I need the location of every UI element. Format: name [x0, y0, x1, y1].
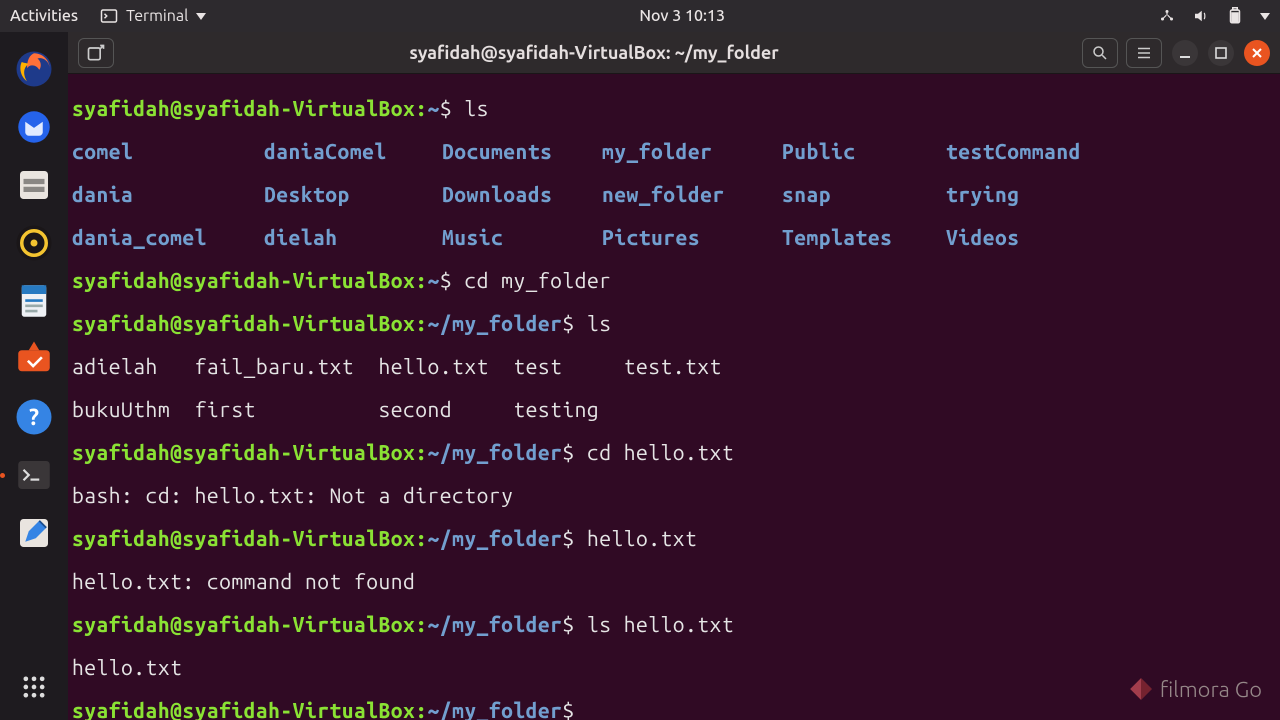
ls-item: dania_comel [72, 227, 264, 249]
ls-item: dania [72, 184, 264, 206]
prompt-path: ~/my_folder [428, 698, 563, 720]
ls-item: Desktop [264, 184, 442, 206]
ls-item: dielah [264, 227, 442, 249]
prompt-path: ~/my_folder [428, 311, 563, 335]
search-button[interactable] [1082, 38, 1118, 68]
cmd-text: ls [587, 311, 612, 335]
error-text: bash: cd: hello.txt: Not a directory [72, 483, 513, 507]
dock-terminal[interactable] [9, 450, 59, 500]
cmd-text: hello.txt [587, 526, 697, 550]
ls-item: Music [442, 227, 602, 249]
terminal-output[interactable]: syafidah@syafidah-VirtualBox:~$ ls comel… [68, 74, 1280, 720]
prompt-user: syafidah@syafidah-VirtualBox [72, 526, 415, 550]
app-menu-label: Terminal [126, 7, 188, 25]
cmd-text: ls [464, 96, 489, 120]
chevron-down-icon [196, 13, 206, 20]
dock-firefox[interactable] [9, 44, 59, 94]
ls-item: my_folder [602, 141, 782, 163]
prompt-user: syafidah@syafidah-VirtualBox [72, 311, 415, 335]
ls-item: Downloads [442, 184, 602, 206]
prompt-dollar: $ [562, 698, 574, 720]
ls-item: comel [72, 141, 264, 163]
cmd-text: ls hello.txt [587, 612, 734, 636]
prompt-user: syafidah@syafidah-VirtualBox [72, 440, 415, 464]
clock-label[interactable]: Nov 3 10:13 [206, 7, 1158, 25]
prompt-dollar: $ [562, 526, 574, 550]
ls-item: bukuUthm first second testing [72, 397, 599, 421]
ls-item: Documents [442, 141, 602, 163]
network-icon [1158, 7, 1176, 25]
output-text: hello.txt [72, 655, 182, 679]
gnome-top-bar: Activities Terminal Nov 3 10:13 [0, 0, 1280, 32]
cmd-text: cd my_folder [464, 268, 611, 292]
system-status-area[interactable] [1158, 7, 1270, 25]
ls-item: testCommand [946, 141, 1081, 163]
window-title: syafidah@syafidah-VirtualBox: ~/my_folde… [114, 43, 1074, 63]
ls-item: adielah fail_baru.txt hello.txt test tes… [72, 354, 722, 378]
ubuntu-dock: ? [0, 32, 68, 720]
close-button[interactable] [1244, 40, 1270, 66]
prompt-user: syafidah@syafidah-VirtualBox [72, 698, 415, 720]
prompt-dollar: $ [562, 440, 574, 464]
prompt-path: ~/my_folder [428, 526, 563, 550]
app-menu-button[interactable]: Terminal [100, 7, 206, 25]
prompt-path: ~ [428, 268, 440, 292]
ls-item: Videos [946, 227, 1020, 249]
error-text: hello.txt: command not found [72, 569, 415, 593]
terminal-icon [100, 7, 118, 25]
ls-item: snap [782, 184, 946, 206]
svg-text:?: ? [29, 405, 39, 430]
ls-item: Pictures [602, 227, 782, 249]
dock-rhythmbox[interactable] [9, 218, 59, 268]
activities-button[interactable]: Activities [10, 7, 78, 25]
prompt-user: syafidah@syafidah-VirtualBox [72, 268, 415, 292]
watermark-filmora: filmora Go [1128, 676, 1262, 702]
prompt-dollar: $ [562, 311, 574, 335]
maximize-button[interactable] [1208, 40, 1234, 66]
new-tab-button[interactable] [78, 38, 114, 68]
show-applications-button[interactable] [9, 662, 59, 712]
terminal-window: syafidah@syafidah-VirtualBox: ~/my_folde… [68, 32, 1280, 720]
prompt-user: syafidah@syafidah-VirtualBox [72, 96, 415, 120]
minimize-button[interactable] [1172, 40, 1198, 66]
cmd-text: cd hello.txt [587, 440, 734, 464]
prompt-dollar: $ [562, 612, 574, 636]
prompt-user: syafidah@syafidah-VirtualBox [72, 612, 415, 636]
prompt-path: ~/my_folder [428, 440, 563, 464]
watermark-text: filmora Go [1160, 677, 1262, 702]
ls-item: Templates [782, 227, 946, 249]
chevron-down-icon [1260, 13, 1270, 20]
prompt-path: ~ [428, 96, 440, 120]
dock-text-editor[interactable] [9, 508, 59, 558]
ls-item: new_folder [602, 184, 782, 206]
dock-help[interactable]: ? [9, 392, 59, 442]
ls-item: Public [782, 141, 946, 163]
prompt-dollar: $ [440, 268, 452, 292]
volume-icon [1192, 7, 1210, 25]
prompt-dollar: $ [440, 96, 452, 120]
dock-files[interactable] [9, 160, 59, 210]
hamburger-menu-button[interactable] [1126, 38, 1162, 68]
ls-item: daniaComel [264, 141, 442, 163]
dock-thunderbird[interactable] [9, 102, 59, 152]
dock-ubuntu-software[interactable] [9, 334, 59, 384]
dock-libreoffice-writer[interactable] [9, 276, 59, 326]
window-titlebar: syafidah@syafidah-VirtualBox: ~/my_folde… [68, 32, 1280, 74]
ls-item: trying [946, 184, 1020, 206]
battery-icon [1226, 7, 1244, 25]
prompt-path: ~/my_folder [428, 612, 563, 636]
